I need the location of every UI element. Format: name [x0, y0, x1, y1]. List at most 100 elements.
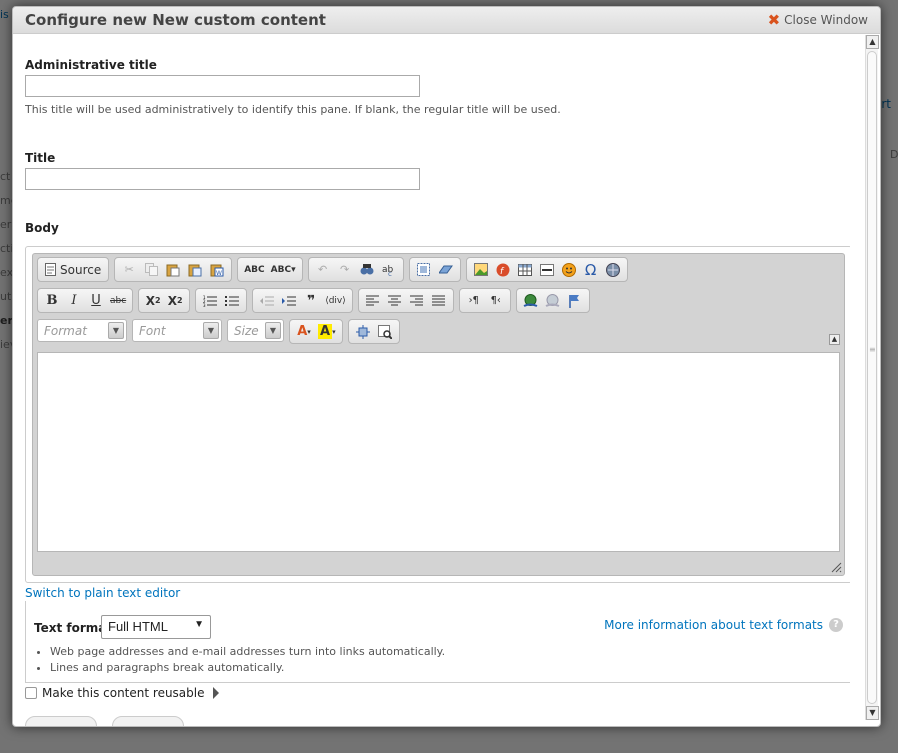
scroll-down-arrow-icon[interactable]: ▼: [866, 706, 879, 720]
toolbar-group-basicstyles: B I U abc: [37, 288, 134, 313]
chevron-down-icon: ▼: [203, 322, 219, 339]
bulleted-list-icon[interactable]: [221, 290, 243, 311]
unlink-icon[interactable]: [542, 290, 564, 311]
toolbar-group-clipboard: ✂ W: [114, 257, 233, 282]
toolbar-collapse-icon[interactable]: ▲: [829, 334, 840, 345]
list-item: Web page addresses and e-mail addresses …: [50, 645, 445, 658]
reusable-toggle[interactable]: Make this content reusable: [25, 686, 219, 700]
italic-icon[interactable]: I: [63, 290, 85, 311]
modal-title: Configure new New custom content: [25, 11, 326, 29]
toolbar-group-align: [357, 288, 454, 313]
text-format-fieldset: Text format Full HTML ▼ More information…: [25, 601, 850, 683]
scroll-up-arrow-icon[interactable]: ▲: [866, 35, 879, 49]
strikethrough-icon[interactable]: abc: [107, 290, 129, 311]
image-icon[interactable]: [470, 259, 492, 280]
outdent-icon[interactable]: [256, 290, 278, 311]
bold-icon[interactable]: B: [41, 290, 63, 311]
special-char-omega-icon[interactable]: Ω: [580, 259, 602, 280]
text-format-selected: Full HTML: [108, 619, 168, 634]
maximize-icon[interactable]: [352, 321, 374, 342]
chevron-down-icon: ▼: [194, 619, 204, 630]
paste-from-word-icon[interactable]: W: [206, 259, 228, 280]
select-all-icon[interactable]: [413, 259, 435, 280]
svg-text:3: 3: [203, 303, 206, 307]
superscript-icon[interactable]: X2: [164, 290, 186, 311]
text-color-icon[interactable]: A ▾: [293, 321, 315, 342]
create-div-icon[interactable]: ⟨div⟩: [322, 290, 349, 311]
close-window-button[interactable]: ✖ Close Window: [768, 13, 868, 28]
toolbar-group-document: Source: [37, 257, 110, 282]
horizontal-rule-icon[interactable]: [536, 259, 558, 280]
svg-text:c: c: [388, 270, 392, 276]
modal-scrollbar[interactable]: ▲ ≡ ▼: [865, 35, 879, 720]
blockquote-icon[interactable]: ❞: [300, 290, 322, 311]
align-center-icon[interactable]: [384, 290, 406, 311]
spellcheck-icon[interactable]: ABC: [241, 259, 267, 280]
source-button[interactable]: Source: [41, 259, 105, 280]
text-direction-ltr-icon[interactable]: ›¶: [463, 290, 485, 311]
show-blocks-icon[interactable]: [374, 321, 396, 342]
text-format-tips: Web page addresses and e-mail addresses …: [36, 645, 445, 677]
font-combo-placeholder: Font: [139, 323, 166, 338]
switch-to-plain-text-link[interactable]: Switch to plain text editor: [25, 586, 180, 600]
size-combo[interactable]: Size ▼: [227, 319, 284, 342]
expand-arrow-icon[interactable]: [212, 687, 219, 699]
remove-format-icon[interactable]: [435, 259, 457, 280]
toolbar-group-insert: f Ω: [465, 257, 628, 282]
link-icon[interactable]: [520, 290, 542, 311]
undo-icon[interactable]: ↶: [312, 259, 334, 280]
chevron-down-icon: ▼: [108, 322, 124, 339]
iframe-globe-icon[interactable]: [602, 259, 624, 280]
admin-title-label: Administrative title: [25, 58, 157, 72]
replace-icon[interactable]: ab c: [378, 259, 400, 280]
admin-title-description: This title will be used administratively…: [25, 103, 561, 116]
align-left-icon[interactable]: [362, 290, 384, 311]
redo-icon[interactable]: ↷: [334, 259, 356, 280]
body-editor-wrapper: Source ✂ W ABC ABC▾ ↶ ↷ ab c f Ω B I U a…: [25, 246, 850, 583]
spellcheck-as-you-type-icon[interactable]: ABC▾: [268, 259, 299, 280]
format-combo[interactable]: Format ▼: [37, 319, 127, 342]
scrollbar-grip-icon: ≡: [869, 345, 876, 354]
underline-icon[interactable]: U: [85, 290, 107, 311]
reusable-checkbox[interactable]: [25, 687, 37, 699]
modal-header: Configure new New custom content ✖ Close…: [13, 7, 880, 34]
font-combo[interactable]: Font ▼: [132, 319, 222, 342]
align-right-icon[interactable]: [406, 290, 428, 311]
align-justify-icon[interactable]: [428, 290, 450, 311]
body-editing-area[interactable]: [37, 352, 840, 552]
find-icon[interactable]: [356, 259, 378, 280]
paste-icon[interactable]: [162, 259, 184, 280]
background-color-icon[interactable]: A ▾: [315, 321, 339, 342]
flash-icon[interactable]: f: [492, 259, 514, 280]
subscript-icon[interactable]: X2: [142, 290, 164, 311]
svg-text:W: W: [216, 270, 222, 277]
copy-icon[interactable]: [140, 259, 162, 280]
toolbar-group-undo: ↶ ↷ ab c: [307, 257, 404, 282]
cut-icon[interactable]: ✂: [118, 259, 140, 280]
finish-button[interactable]: [112, 716, 184, 726]
numbered-list-icon[interactable]: 123: [199, 290, 221, 311]
admin-title-input[interactable]: [25, 75, 420, 97]
resize-handle-icon[interactable]: [830, 561, 842, 573]
size-combo-placeholder: Size: [234, 323, 259, 338]
toolbar-group-tools: [347, 319, 400, 344]
table-icon[interactable]: [514, 259, 536, 280]
paste-text-icon[interactable]: [184, 259, 206, 280]
text-format-select[interactable]: Full HTML ▼: [101, 615, 211, 639]
more-info-link[interactable]: More information about text formats: [604, 618, 823, 632]
scrollbar-thumb[interactable]: [867, 51, 877, 704]
body-label: Body: [25, 221, 59, 235]
back-button[interactable]: [25, 716, 97, 726]
format-combo-placeholder: Format: [44, 323, 87, 338]
indent-icon[interactable]: [278, 290, 300, 311]
toolbar-row-2: B I U abc X2 X2 123 ❞ ⟨div⟩ ›¶ ¶‹: [37, 288, 590, 314]
anchor-flag-icon[interactable]: [564, 290, 586, 311]
smiley-icon[interactable]: [558, 259, 580, 280]
title-input[interactable]: [25, 168, 420, 190]
close-window-label: Close Window: [784, 13, 868, 27]
toolbar-group-colors: A ▾ A ▾: [289, 319, 343, 344]
toolbar-group-scripts: X2 X2: [138, 288, 191, 313]
toolbar-group-spell: ABC ABC▾: [237, 257, 303, 282]
text-direction-rtl-icon[interactable]: ¶‹: [485, 290, 507, 311]
more-info-text-formats[interactable]: More information about text formats ?: [604, 618, 843, 632]
